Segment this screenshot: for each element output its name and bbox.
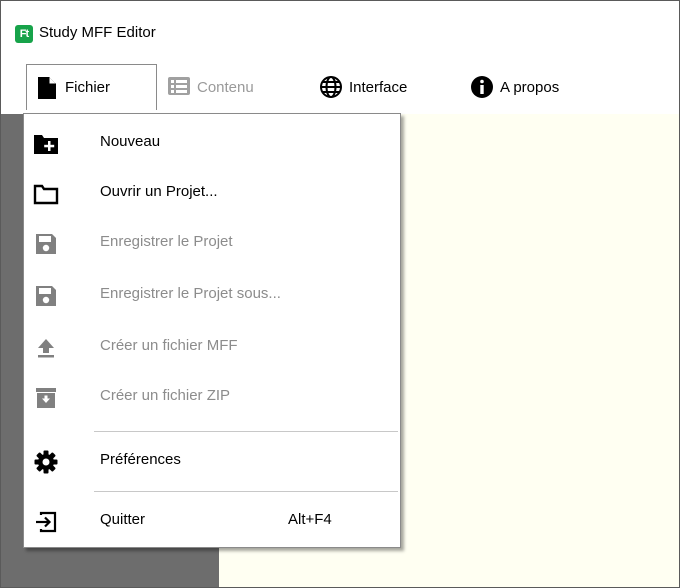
menu-item-label: Créer un fichier ZIP	[100, 387, 231, 404]
menu-item-label: Créer un fichier MFF	[100, 337, 238, 354]
menu-separator	[94, 491, 398, 492]
app-logo-icon: Ft	[15, 25, 33, 43]
shortcut-hint: Alt+F4	[288, 511, 332, 528]
new-folder-icon	[33, 131, 59, 157]
menu-item-ouvrir[interactable]: Ouvrir un Projet...	[24, 168, 400, 218]
menu-item-creer-mff[interactable]: Créer un fichier MFF	[24, 322, 400, 372]
window-title: Study MFF Editor	[39, 24, 156, 41]
app-window: Ft Study MFF Editor Fichier Contenu Inte…	[0, 0, 680, 588]
gear-icon	[33, 449, 59, 475]
title-bar: Ft Study MFF Editor	[1, 1, 679, 60]
menu-contenu-label: Contenu	[197, 78, 254, 96]
upload-icon	[33, 335, 59, 361]
menu-contenu[interactable]: Contenu	[167, 64, 254, 110]
menu-interface-label: Interface	[349, 78, 408, 96]
menu-item-enregistrer[interactable]: Enregistrer le Projet	[24, 218, 400, 268]
menu-fichier[interactable]: Fichier	[26, 64, 157, 110]
menu-item-enregistrer-sous[interactable]: Enregistrer le Projet sous...	[24, 270, 400, 320]
menu-fichier-label: Fichier	[65, 79, 111, 96]
menu-item-creer-zip[interactable]: Créer un fichier ZIP	[24, 372, 400, 422]
list-icon	[167, 75, 191, 99]
menu-separator	[94, 431, 398, 432]
info-icon	[470, 75, 494, 99]
menu-item-label: Nouveau	[100, 133, 161, 150]
menu-apropos-label: A propos	[500, 78, 560, 96]
menu-item-label: Enregistrer le Projet	[100, 233, 233, 250]
menu-item-label: Quitter	[100, 511, 146, 528]
menu-item-quitter[interactable]: Quitter Alt+F4	[24, 496, 400, 546]
archive-icon	[33, 385, 59, 411]
file-icon	[35, 76, 59, 100]
folder-open-icon	[33, 181, 59, 207]
menu-bar: Fichier Contenu Interface A propos	[1, 62, 679, 114]
globe-icon	[319, 75, 343, 99]
menu-item-label: Préférences	[100, 451, 181, 468]
menu-item-label: Ouvrir un Projet...	[100, 183, 218, 200]
menu-interface[interactable]: Interface	[319, 64, 407, 110]
save-icon	[33, 231, 59, 257]
menu-item-preferences[interactable]: Préférences	[24, 436, 400, 486]
menu-apropos[interactable]: A propos	[470, 64, 559, 110]
save-as-icon	[33, 283, 59, 309]
menu-item-label: Enregistrer le Projet sous...	[100, 285, 281, 302]
menu-item-nouveau[interactable]: Nouveau	[24, 118, 400, 168]
exit-icon	[33, 509, 59, 535]
file-dropdown-menu: Nouveau Ouvrir un Projet... Enregistrer …	[23, 113, 401, 548]
